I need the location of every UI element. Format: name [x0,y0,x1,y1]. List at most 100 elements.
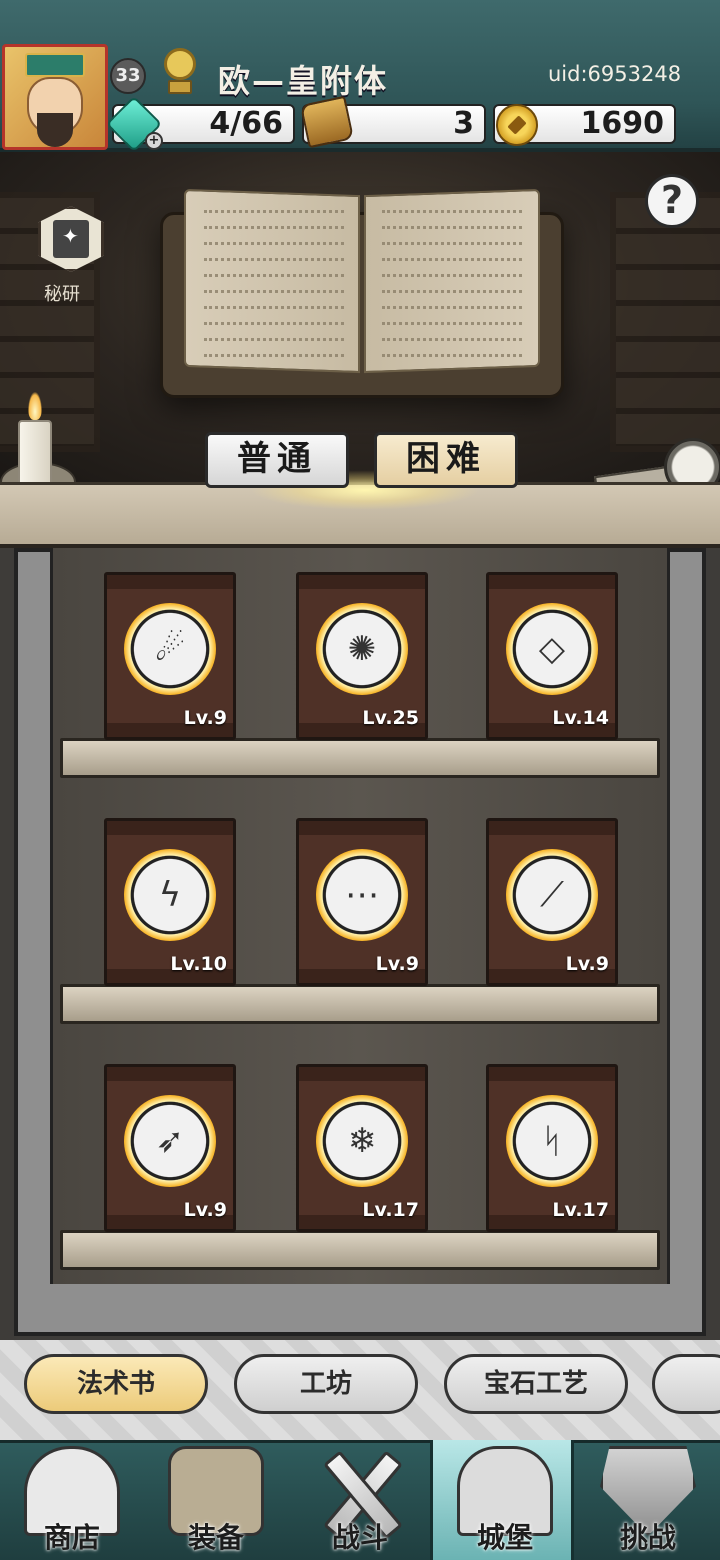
book-top-band [299,821,425,835]
player-level-badge: 33 [110,58,146,94]
player-uid: uid:6953248 [548,62,682,86]
background-shelf [610,192,720,452]
book-level: Lv.9 [183,1199,227,1221]
book-top-band [489,1067,615,1081]
page-text-line [382,258,522,262]
page-text-line [204,322,344,326]
book-top-band [489,821,615,835]
book-level: Lv.14 [552,707,609,729]
book-medallion: ⟋ [506,849,598,941]
page-text-line [204,338,344,342]
shelf-plank [60,984,660,1024]
player-avatar[interactable] [2,44,108,150]
candle-body [18,420,52,486]
book-top-band [299,1067,425,1081]
page-text-line [382,242,522,246]
spellbook-slot[interactable]: ⟋ Lv.9 [486,818,618,986]
page-text-line [204,306,344,310]
avatar-beard [37,113,73,147]
book-level: Lv.17 [362,1199,419,1221]
research-book-icon [53,220,89,258]
gold-value: 1690 [580,106,665,141]
spellbook-slot[interactable]: ᛋ Lv.17 [486,1064,618,1232]
add-energy-button[interactable]: + [145,132,163,150]
tab-gem-craft[interactable]: 宝石工艺 [444,1354,628,1414]
gold-coin-icon [496,104,538,146]
difficulty-normal-button[interactable]: 普通 [205,432,349,488]
book-left-page [184,188,360,374]
nav-challenge[interactable]: 挑战 [576,1440,720,1560]
secret-research-label: 秘研 [44,284,80,305]
page-text-line [382,354,522,358]
nav-battle[interactable]: 战斗 [288,1440,432,1560]
book-level: Lv.9 [565,953,609,975]
book-top-band [107,1067,233,1081]
nav-castle[interactable]: 城堡 [430,1440,574,1560]
page-text-line [204,354,344,358]
nav-equipment-label: 装备 [187,1521,244,1554]
trophy-base [168,80,192,94]
splash-icon: ✺ [347,629,377,669]
book-level: Lv.25 [362,707,419,729]
spellbook-slot[interactable]: ➶ Lv.9 [104,1064,236,1232]
spellbook-slot[interactable]: ◇ Lv.14 [486,572,618,740]
nav-equipment[interactable]: 装备 [144,1440,288,1560]
book-medallion: ☄ [124,603,216,695]
book-medallion: ⋯ [316,849,408,941]
page-text-line [204,290,344,294]
zigzag-bolt-icon: ᛋ [541,1121,563,1161]
crystal-block-icon: ◇ [538,629,566,669]
page-text-line [204,274,344,278]
meteor-drops-icon: ☄ [154,629,186,669]
nav-shop-label: 商店 [43,1521,100,1554]
shelf-plank [60,1230,660,1270]
spellbook-slot[interactable]: ❄ Lv.17 [296,1064,428,1232]
book-level: Lv.10 [170,953,227,975]
difficulty-hard-button[interactable]: 困难 [374,432,518,488]
page-text-line [204,258,344,262]
page-text-line [382,210,522,214]
book-medallion: ᛋ [506,1095,598,1187]
lightning-strike-icon: ϟ [158,875,182,915]
help-button[interactable]: ? [645,174,699,228]
avatar-hat [25,53,85,77]
book-medallion: ✺ [316,603,408,695]
nav-challenge-label: 挑战 [619,1521,676,1554]
book-medallion: ◇ [506,603,598,695]
page-text-line [382,274,522,278]
nav-battle-label: 战斗 [331,1521,388,1554]
spellbook-slot[interactable]: ✺ Lv.25 [296,572,428,740]
scroll-value: 3 [453,106,474,141]
book-top-band [107,575,233,589]
candle-icon [14,392,54,488]
tab-spellbook[interactable]: 法术书 [24,1354,208,1414]
page-text-line [382,290,522,294]
spellbook-slot[interactable]: ☄ Lv.9 [104,572,236,740]
trophy-cup [164,48,196,80]
player-name: 欧—皇附体 [218,62,389,100]
book-medallion: ❄ [316,1095,408,1187]
page-text-line [382,306,522,310]
energy-value: 4/66 [209,106,283,141]
book-level: Lv.9 [375,953,419,975]
page-text-line [204,242,344,246]
nav-castle-label: 城堡 [476,1521,533,1554]
spellbook-slot[interactable]: ϟ Lv.10 [104,818,236,986]
page-text-line [204,210,344,214]
secret-research-button[interactable] [36,206,106,284]
tab-workshop[interactable]: 工坊 [234,1354,418,1414]
open-spellbook [160,188,564,398]
blade-icon: ⟋ [540,875,564,915]
book-medallion: ➶ [124,1095,216,1187]
spellbook-slot[interactable]: ⋯ Lv.9 [296,818,428,986]
chain-icon: ⋯ [345,875,379,915]
shelf-plank [60,738,660,778]
page-text-line [382,322,522,326]
book-level: Lv.17 [552,1199,609,1221]
trophy-icon[interactable] [158,48,202,98]
book-right-page [364,188,540,374]
ice-shards-icon: ❄ [347,1121,377,1161]
nav-shop[interactable]: 商店 [0,1440,144,1560]
tab-more[interactable] [652,1354,720,1414]
page-text-line [204,226,344,230]
